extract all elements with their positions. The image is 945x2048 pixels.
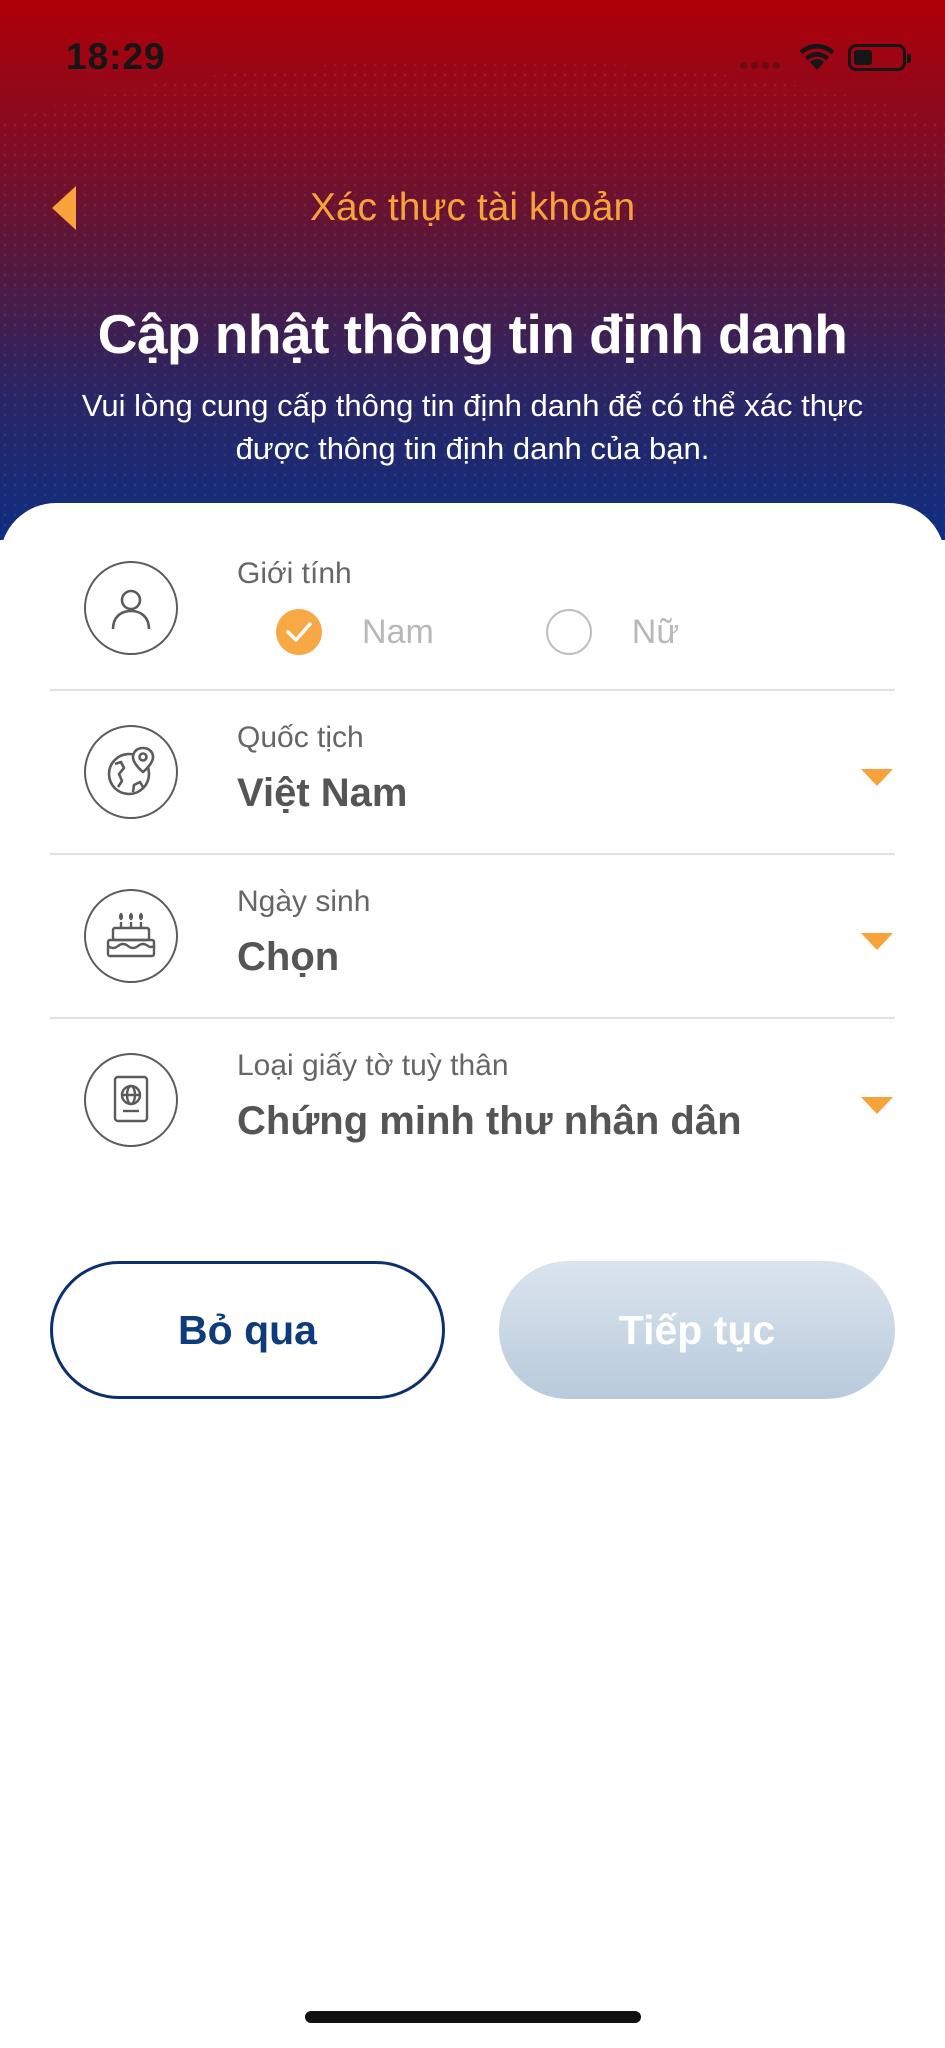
gender-label: Giới tính (237, 557, 352, 590)
gender-option-male[interactable]: Nam (276, 609, 434, 655)
nationality-row[interactable]: Quốc tịch Việt Nam (50, 691, 895, 855)
dropdown-arrow-icon[interactable] (861, 933, 893, 950)
nationality-value: Việt Nam (237, 771, 408, 815)
skip-button[interactable]: Bỏ qua (50, 1261, 445, 1399)
birthdate-value: Chọn (237, 935, 340, 979)
continue-button[interactable]: Tiếp tục (499, 1261, 895, 1399)
nationality-label: Quốc tịch (237, 721, 364, 754)
radio-unchecked-icon (545, 609, 592, 655)
birthdate-label: Ngày sinh (237, 885, 371, 918)
gender-option-male-label: Nam (362, 612, 434, 651)
battery-icon (848, 44, 911, 71)
page-title: Cập nhật thông tin định danh (97, 303, 848, 365)
cellular-signal-icon (740, 62, 780, 69)
globe-location-icon (84, 725, 178, 819)
birthdate-row[interactable]: Ngày sinh Chọn (50, 855, 895, 1019)
gender-radio-group: Nam Nữ (276, 609, 679, 655)
wifi-icon (799, 43, 835, 70)
id-type-value: Chứng minh thư nhân dân (237, 1099, 742, 1143)
nav-title: Xác thực tài khoản (309, 186, 636, 229)
page-subtitle: Vui lòng cung cấp thông tin định danh để… (81, 388, 864, 466)
dropdown-arrow-icon[interactable] (861, 1097, 893, 1114)
gender-option-female-label: Nữ (631, 612, 680, 651)
birthday-cake-icon (84, 889, 178, 983)
passport-icon (84, 1053, 178, 1147)
user-icon (84, 561, 178, 655)
gender-option-female[interactable]: Nữ (545, 609, 680, 655)
radio-checked-icon (276, 609, 322, 655)
status-time: 18:29 (66, 36, 166, 77)
id-type-row[interactable]: Loại giấy tờ tuỳ thân Chứng minh thư nhâ… (50, 1019, 895, 1183)
home-indicator[interactable] (305, 2011, 641, 2023)
id-type-label: Loại giấy tờ tuỳ thân (237, 1049, 509, 1082)
gender-row: Giới tính Nam Nữ (50, 527, 895, 691)
screen: 18:29 Xác thực tài khoản Cập nhật thông … (0, 0, 945, 2048)
dropdown-arrow-icon[interactable] (861, 769, 893, 786)
